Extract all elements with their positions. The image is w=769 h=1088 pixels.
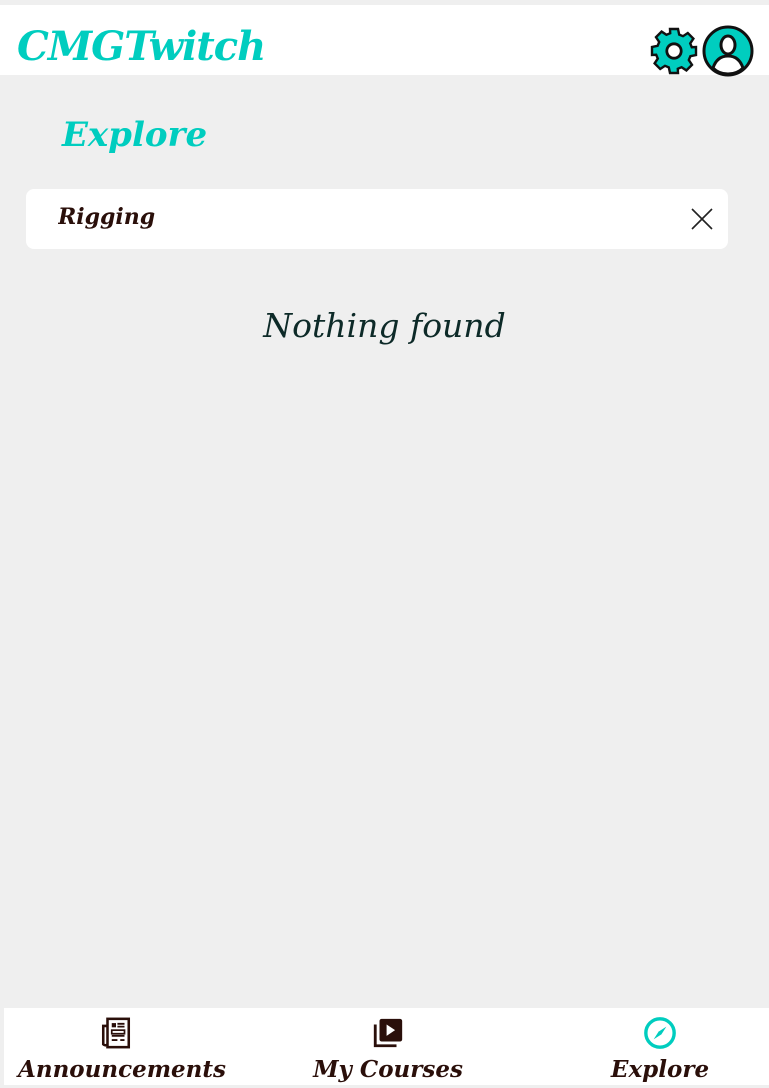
user-icon[interactable] bbox=[702, 25, 754, 77]
nav-announcements[interactable]: Announcements bbox=[18, 1016, 226, 1083]
bottom-nav: Announcements My Courses Explore bbox=[4, 1008, 769, 1085]
newspaper-icon bbox=[101, 1017, 131, 1049]
search-bar bbox=[26, 189, 728, 249]
nav-my-courses[interactable]: My Courses bbox=[288, 1016, 488, 1083]
nav-label: Explore bbox=[610, 1056, 710, 1083]
nav-label: Announcements bbox=[18, 1056, 226, 1083]
close-icon[interactable] bbox=[690, 207, 714, 231]
nav-label: My Courses bbox=[313, 1056, 463, 1083]
empty-results-message: Nothing found bbox=[263, 306, 506, 345]
search-input[interactable] bbox=[56, 203, 660, 231]
compass-icon bbox=[644, 1017, 676, 1049]
video-library-icon bbox=[373, 1018, 403, 1048]
gear-icon[interactable] bbox=[650, 27, 698, 75]
app-logo[interactable]: CMGTwitch bbox=[17, 23, 266, 70]
app-header: CMGTwitch bbox=[0, 5, 769, 77]
nav-explore[interactable]: Explore bbox=[580, 1016, 740, 1083]
page-title: Explore bbox=[62, 115, 208, 155]
